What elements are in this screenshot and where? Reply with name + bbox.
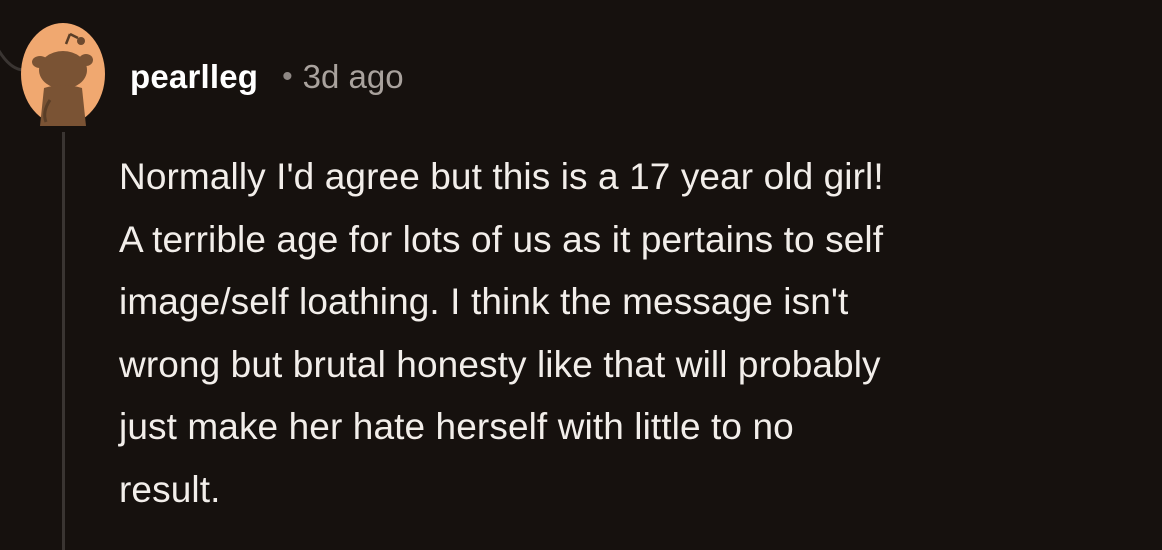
comment-text-line: just make her hate herself with little t… [119, 406, 794, 447]
separator-dot: • [282, 60, 293, 93]
timestamp[interactable]: 3d ago [303, 58, 404, 96]
comment-body: Normally I'd agree but this is a 17 year… [119, 146, 1154, 521]
comment-card: pearlleg • 3d ago Normally I'd agree but… [0, 0, 1162, 550]
comment-text-line: result. [119, 468, 221, 510]
comment-text-line: image/self loathing. I think the message… [119, 281, 849, 322]
comment-text-line: wrong but brutal honesty like that will … [119, 343, 881, 385]
comment-text-line: Normally I'd agree but this is a 17 year… [119, 156, 884, 197]
snoo-avatar-icon [21, 23, 105, 126]
comment-header: pearlleg • 3d ago [130, 52, 404, 102]
thread-line[interactable] [62, 132, 65, 550]
comment-text-line: A terrible age for lots of us as it pert… [119, 218, 884, 260]
avatar[interactable] [20, 22, 106, 126]
username-link[interactable]: pearlleg [130, 58, 258, 96]
